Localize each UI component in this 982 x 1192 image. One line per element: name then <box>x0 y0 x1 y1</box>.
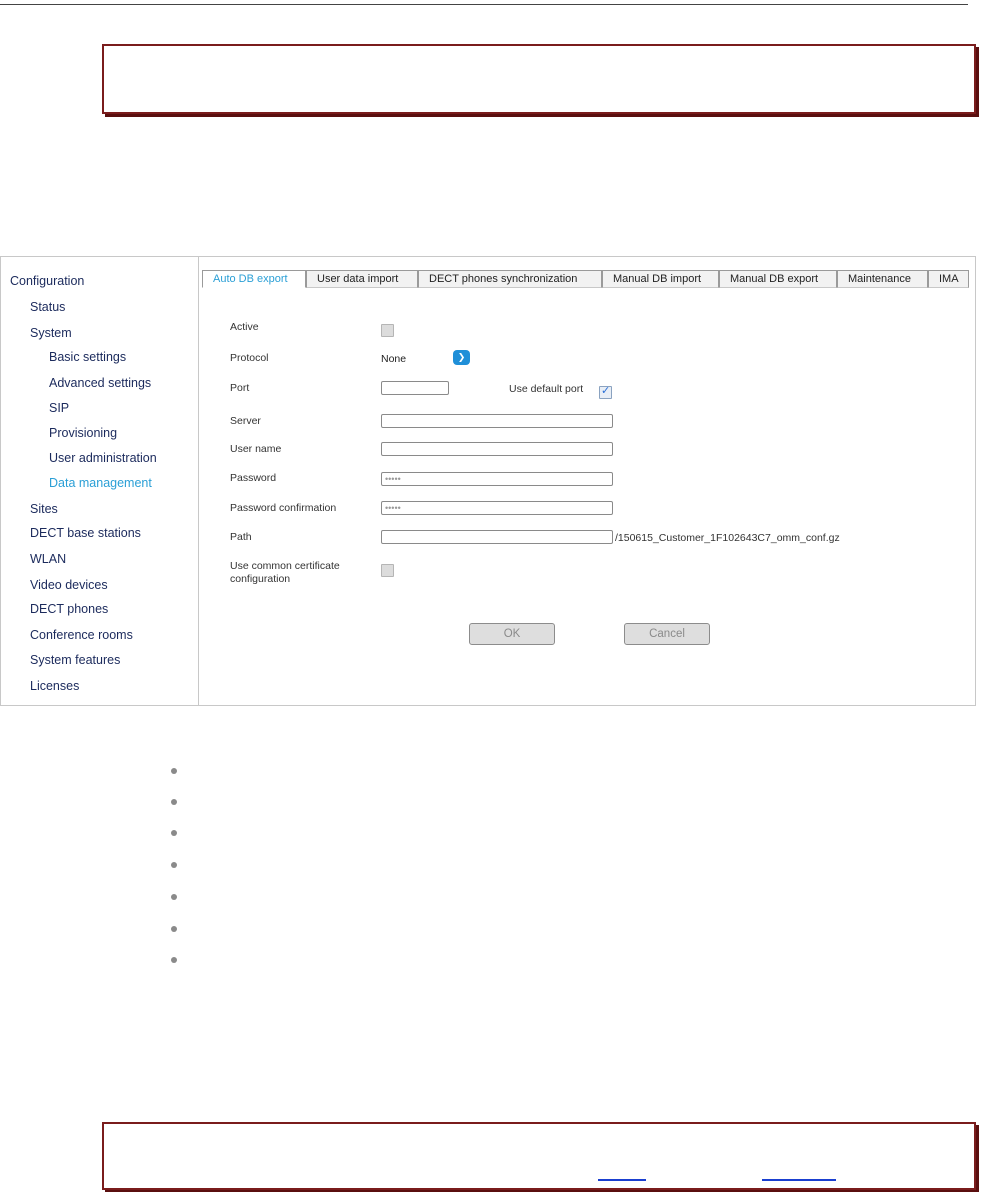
common-certificate-label-line2: configuration <box>230 573 291 585</box>
bullet-point <box>171 894 177 900</box>
password-input[interactable]: ••••• <box>381 472 613 486</box>
password-confirmation-input[interactable]: ••••• <box>381 501 613 515</box>
tab-ima[interactable]: IMA <box>928 270 969 288</box>
path-label: Path <box>230 531 252 543</box>
sidebar: Configuration Status System Basic settin… <box>1 257 199 705</box>
link-underline[interactable] <box>598 1179 646 1181</box>
bullet-point <box>171 830 177 836</box>
bullet-point <box>171 799 177 805</box>
bullet-point <box>171 768 177 774</box>
use-default-port-checkbox[interactable]: ✓ <box>599 385 612 399</box>
top-rule <box>0 4 968 5</box>
sidebar-item-sip[interactable]: SIP <box>49 401 69 415</box>
sidebar-item-dect-base-stations[interactable]: DECT base stations <box>30 526 141 540</box>
sidebar-item-status[interactable]: Status <box>30 300 65 314</box>
path-suffix: /150615_Customer_1F102643C7_omm_conf.gz <box>615 532 840 544</box>
sidebar-item-user-administration[interactable]: User administration <box>49 451 157 465</box>
path-input[interactable] <box>381 530 613 544</box>
username-input[interactable] <box>381 442 613 456</box>
sidebar-item-data-management[interactable]: Data management <box>49 476 152 490</box>
note-box-top <box>102 44 976 114</box>
ok-button[interactable]: OK <box>469 623 555 645</box>
checkmark-icon: ✓ <box>601 385 611 397</box>
active-checkbox[interactable] <box>381 324 394 337</box>
tab-manual-db-export[interactable]: Manual DB export <box>719 270 837 288</box>
bullet-point <box>171 957 177 963</box>
sidebar-item-dect-phones[interactable]: DECT phones <box>30 602 108 616</box>
server-label: Server <box>230 415 261 427</box>
bullet-point <box>171 926 177 932</box>
bullet-point <box>171 862 177 868</box>
app-window: Configuration Status System Basic settin… <box>0 256 976 706</box>
tab-user-data-import[interactable]: User data import <box>306 270 418 288</box>
common-certificate-checkbox[interactable] <box>381 564 394 577</box>
tab-manual-db-import[interactable]: Manual DB import <box>602 270 719 288</box>
sidebar-item-basic-settings[interactable]: Basic settings <box>49 350 126 364</box>
tab-maintenance[interactable]: Maintenance <box>837 270 928 288</box>
tab-dect-phones-synchronization[interactable]: DECT phones synchronization <box>418 270 602 288</box>
protocol-label: Protocol <box>230 352 269 364</box>
chevron-down-icon[interactable]: ❯ <box>453 350 470 365</box>
tab-auto-db-export[interactable]: Auto DB export <box>202 270 306 288</box>
protocol-select-value: None <box>381 353 407 365</box>
port-input[interactable] <box>381 381 449 395</box>
sidebar-item-advanced-settings[interactable]: Advanced settings <box>49 376 151 390</box>
port-label: Port <box>230 382 250 394</box>
cancel-button[interactable]: Cancel <box>624 623 710 645</box>
sidebar-item-sites[interactable]: Sites <box>30 502 58 516</box>
server-input[interactable] <box>381 414 613 428</box>
sidebar-item-licenses[interactable]: Licenses <box>30 679 79 693</box>
username-label: User name <box>230 443 282 455</box>
sidebar-item-wlan[interactable]: WLAN <box>30 552 66 566</box>
sidebar-item-configuration[interactable]: Configuration <box>10 274 84 288</box>
common-certificate-label: Use common certificate configuration <box>230 560 340 586</box>
sidebar-item-system[interactable]: System <box>30 326 72 340</box>
common-certificate-label-line1: Use common certificate <box>230 560 340 572</box>
protocol-select[interactable]: None ❯ <box>381 350 471 366</box>
sidebar-item-video-devices[interactable]: Video devices <box>30 578 108 592</box>
sidebar-item-system-features[interactable]: System features <box>30 653 120 667</box>
password-confirmation-label: Password confirmation <box>230 502 337 514</box>
password-label: Password <box>230 472 277 484</box>
note-box-bottom <box>102 1122 976 1190</box>
link-underline[interactable] <box>762 1179 836 1181</box>
sidebar-item-provisioning[interactable]: Provisioning <box>49 426 117 440</box>
active-label: Active <box>230 321 259 333</box>
sidebar-item-conference-rooms[interactable]: Conference rooms <box>30 628 133 642</box>
use-default-port-label: Use default port <box>509 383 584 395</box>
